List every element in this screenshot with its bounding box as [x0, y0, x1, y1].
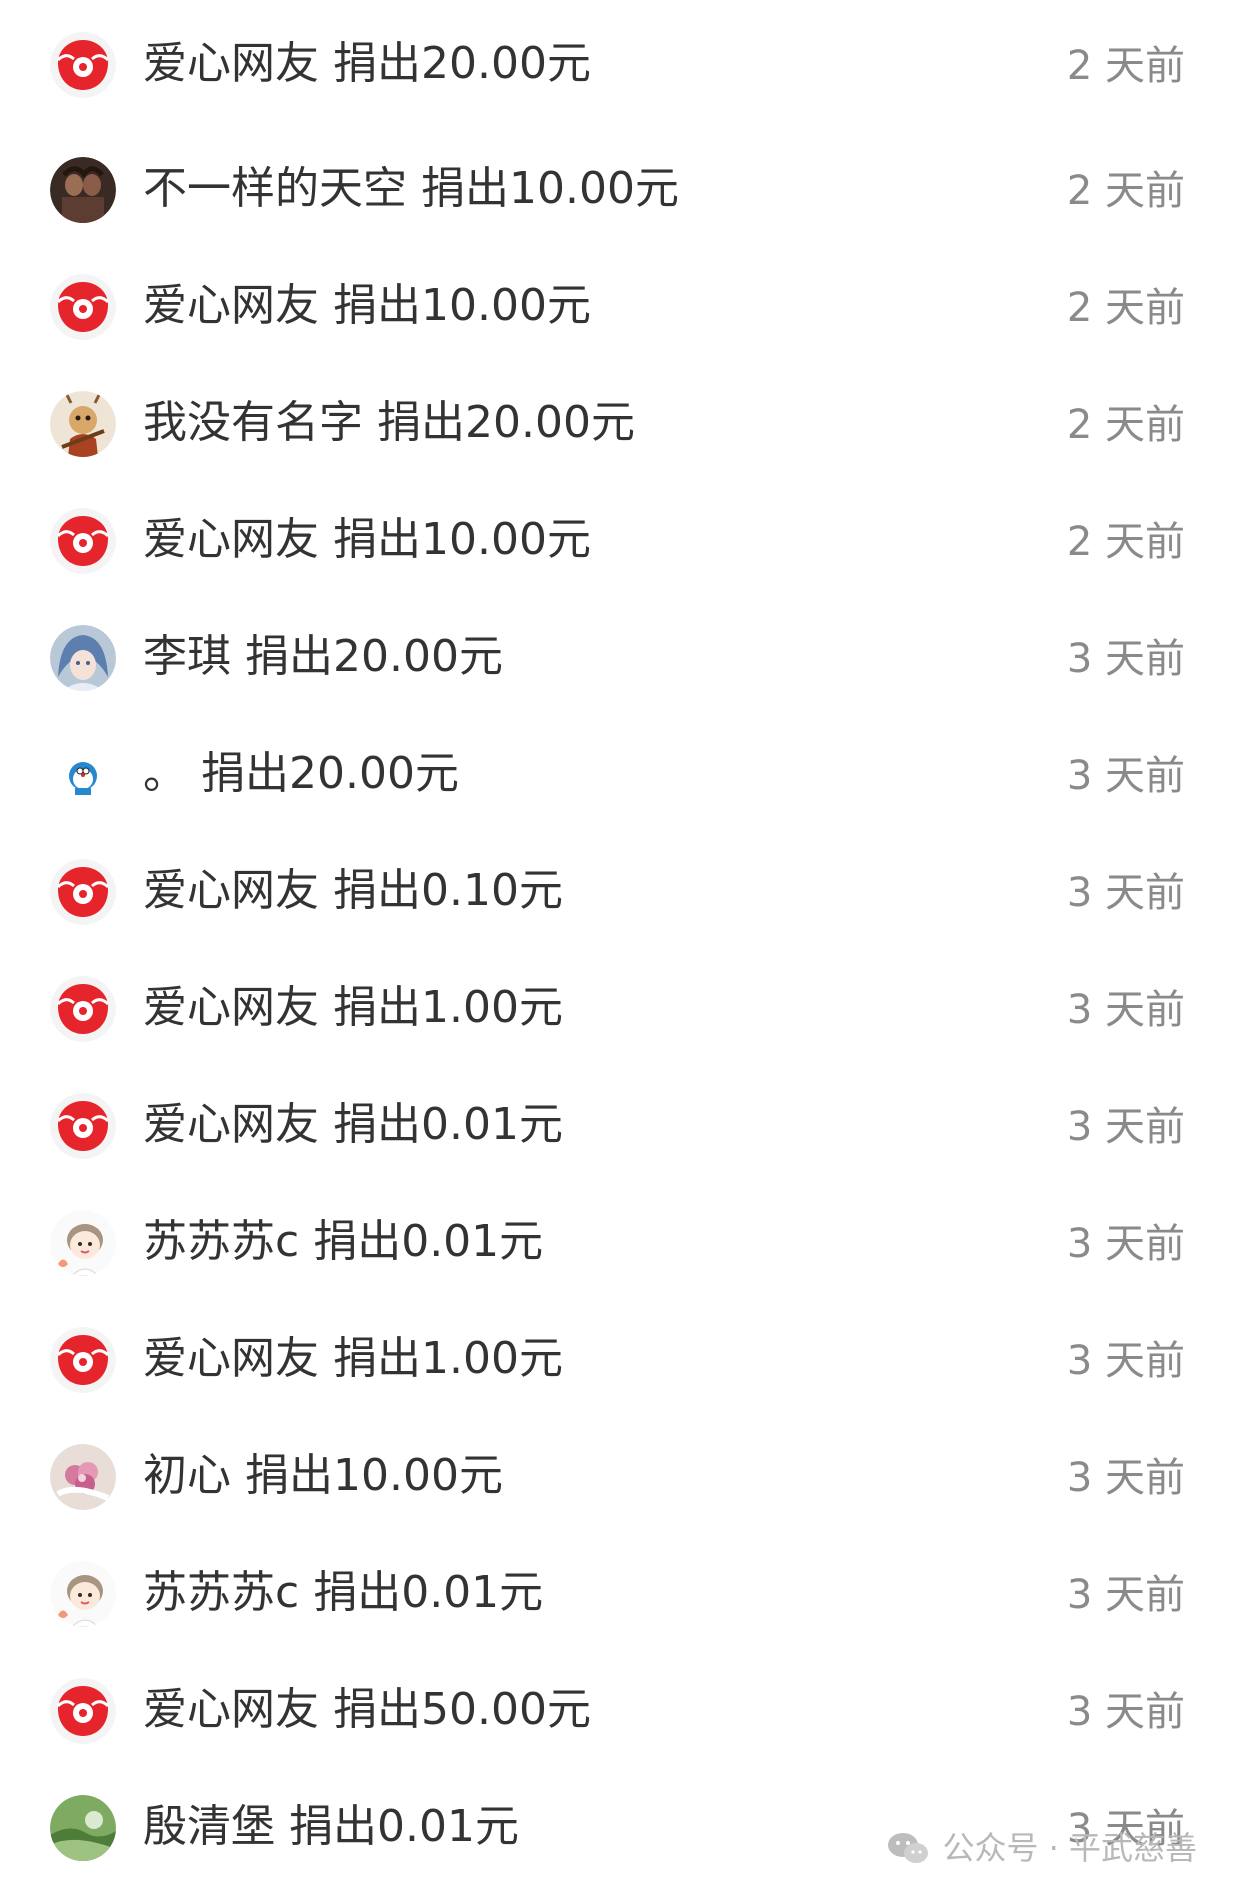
donation-time: 3 天前 [1066, 1221, 1185, 1267]
list-item[interactable]: 。捐出20.00元 3 天前 [0, 710, 1235, 827]
donation-text: 初心 捐出10.00元 [143, 1450, 503, 1502]
doraemon-avatar [50, 742, 116, 808]
donation-amount: 捐出20.00元 [333, 38, 591, 89]
donation-amount: 捐出10.00元 [333, 280, 591, 331]
landscape-avatar [50, 1795, 116, 1861]
donor-name: 爱心网友 [143, 280, 319, 331]
donor-name: 爱心网友 [143, 982, 319, 1033]
list-item[interactable]: 苏苏苏c 捐出0.01元 3 天前 [0, 1529, 1235, 1646]
donation-amount: 捐出0.01元 [289, 1801, 519, 1852]
list-item[interactable]: 苏苏苏c 捐出0.01元 3 天前 [0, 1178, 1235, 1295]
donation-time: 2 天前 [1066, 402, 1185, 448]
donation-amount: 捐出20.00元 [245, 631, 503, 682]
donation-time: 3 天前 [1066, 1455, 1185, 1501]
love-netizen-avatar [50, 1678, 116, 1744]
donation-amount: 捐出0.01元 [313, 1567, 544, 1618]
list-item[interactable]: 李琪 捐出20.00元 3 天前 [0, 593, 1235, 710]
love-netizen-avatar [50, 1093, 116, 1159]
donor-name: 李琪 [143, 631, 231, 682]
donor-name: 。 [143, 748, 187, 799]
donation-text: 爱心网友 捐出0.01元 [143, 1099, 563, 1151]
donation-text: 李琪 捐出20.00元 [143, 631, 503, 683]
donation-text: 爱心网友 捐出1.00元 [143, 982, 563, 1034]
user-photo-avatar [50, 157, 116, 223]
donation-time: 2 天前 [1066, 43, 1185, 89]
donor-name: 殷清堡 [143, 1801, 275, 1852]
donation-amount: 捐出0.01元 [313, 1216, 544, 1267]
donation-text: 。捐出20.00元 [143, 748, 459, 800]
love-netizen-avatar [50, 274, 116, 340]
donor-name: 爱心网友 [143, 1099, 319, 1150]
cartoon-boy-avatar [50, 1561, 116, 1627]
love-netizen-avatar [50, 508, 116, 574]
donation-time: 2 天前 [1066, 285, 1185, 331]
donor-name: 苏苏苏c [143, 1216, 300, 1267]
donation-amount: 捐出1.00元 [333, 1333, 563, 1384]
list-item[interactable]: 爱心网友 捐出1.00元 3 天前 [0, 944, 1235, 1061]
wechat-icon [886, 1829, 930, 1867]
list-item[interactable]: 不一样的天空 捐出10.00元 2 天前 [0, 125, 1235, 242]
list-item[interactable]: 爱心网友 捐出0.01元 3 天前 [0, 1061, 1235, 1178]
wechat-official-account-watermark: 公众号 · 平武慈善 [886, 1825, 1197, 1871]
love-netizen-avatar [50, 976, 116, 1042]
donation-time: 2 天前 [1066, 168, 1185, 214]
donation-text: 爱心网友 捐出0.10元 [143, 865, 563, 917]
donation-amount: 捐出10.00元 [333, 514, 591, 565]
donation-time: 3 天前 [1066, 1104, 1185, 1150]
donor-name: 爱心网友 [143, 1333, 319, 1384]
list-item[interactable]: 爱心网友 捐出10.00元 2 天前 [0, 242, 1235, 359]
list-item[interactable]: 爱心网友 捐出50.00元 3 天前 [0, 1646, 1235, 1763]
donor-name: 我没有名字 [143, 397, 363, 448]
list-item[interactable]: 爱心网友 捐出0.10元 3 天前 [0, 827, 1235, 944]
donation-time: 3 天前 [1066, 1572, 1185, 1618]
list-item[interactable]: 我没有名字 捐出20.00元 2 天前 [0, 359, 1235, 476]
donation-list: 爱心网友 捐出20.00元 2 天前 不一样的天空 捐出10.00元 2 天前 爱心… [0, 0, 1235, 1880]
love-netizen-avatar [50, 859, 116, 925]
donation-amount: 捐出50.00元 [333, 1684, 591, 1735]
donation-text: 我没有名字 捐出20.00元 [143, 397, 635, 449]
donation-amount: 捐出10.00元 [245, 1450, 503, 1501]
donation-text: 爱心网友 捐出10.00元 [143, 280, 591, 332]
donation-text: 不一样的天空 捐出10.00元 [143, 163, 679, 215]
watermark-text: 公众号 · 平武慈善 [942, 1829, 1197, 1867]
list-item[interactable]: 初心 捐出10.00元 3 天前 [0, 1412, 1235, 1529]
donation-amount: 捐出0.01元 [333, 1099, 563, 1150]
donor-name: 爱心网友 [143, 865, 319, 916]
donation-amount: 捐出20.00元 [201, 748, 459, 799]
list-item[interactable]: 爱心网友 捐出1.00元 3 天前 [0, 1295, 1235, 1412]
love-netizen-avatar [50, 32, 116, 98]
donation-text: 殷清堡 捐出0.01元 [143, 1801, 519, 1853]
donation-amount: 捐出20.00元 [377, 397, 635, 448]
love-netizen-avatar [50, 1327, 116, 1393]
donation-time: 3 天前 [1066, 753, 1185, 799]
donation-text: 爱心网友 捐出10.00元 [143, 514, 591, 566]
donation-text: 苏苏苏c 捐出0.01元 [143, 1567, 543, 1619]
flower-avatar [50, 1444, 116, 1510]
donor-name: 初心 [143, 1450, 231, 1501]
monkey-king-avatar [50, 391, 116, 457]
donor-name: 爱心网友 [143, 1684, 319, 1735]
donation-text: 爱心网友 捐出1.00元 [143, 1333, 563, 1385]
donation-time: 3 天前 [1066, 1689, 1185, 1735]
donation-text: 爱心网友 捐出50.00元 [143, 1684, 591, 1736]
donation-time: 3 天前 [1066, 636, 1185, 682]
list-item[interactable]: 爱心网友 捐出20.00元 2 天前 [0, 0, 1235, 125]
anime-girl-avatar [50, 625, 116, 691]
donor-name: 苏苏苏c [143, 1567, 300, 1618]
donation-text: 苏苏苏c 捐出0.01元 [143, 1216, 543, 1268]
cartoon-boy-avatar [50, 1210, 116, 1276]
donation-time: 3 天前 [1066, 987, 1185, 1033]
donation-text: 爱心网友 捐出20.00元 [143, 38, 591, 90]
donation-time: 3 天前 [1066, 1338, 1185, 1384]
donation-time: 3 天前 [1066, 870, 1185, 916]
donor-name: 爱心网友 [143, 38, 319, 89]
donation-amount: 捐出0.10元 [333, 865, 563, 916]
list-item[interactable]: 爱心网友 捐出10.00元 2 天前 [0, 476, 1235, 593]
donor-name: 不一样的天空 [143, 163, 407, 214]
donation-amount: 捐出1.00元 [333, 982, 563, 1033]
donation-amount: 捐出10.00元 [421, 163, 679, 214]
donor-name: 爱心网友 [143, 514, 319, 565]
donation-time: 2 天前 [1066, 519, 1185, 565]
